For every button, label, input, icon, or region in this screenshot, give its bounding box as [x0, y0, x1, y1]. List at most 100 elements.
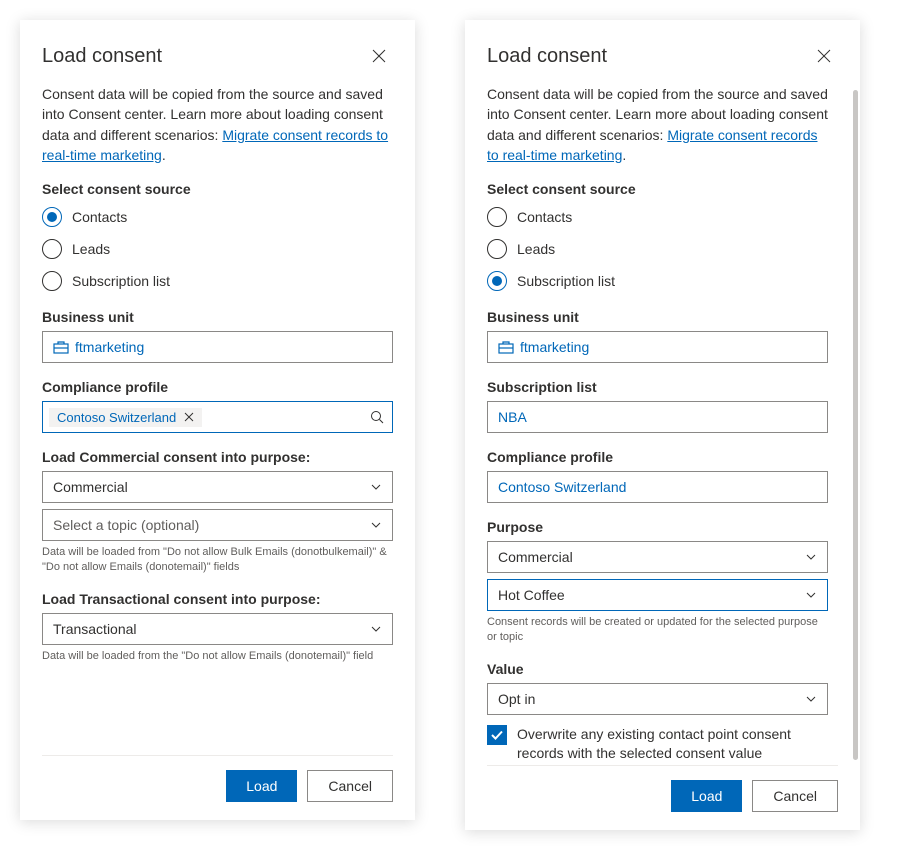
radio-subscription-list[interactable]: Subscription list — [42, 271, 393, 291]
radio-label: Contacts — [72, 209, 127, 225]
field-label: Load Commercial consent into purpose: — [42, 449, 393, 465]
consent-source-radiogroup: Contacts Leads Subscription list — [487, 207, 828, 291]
select-placeholder: Select a topic (optional) — [53, 517, 199, 533]
field-label: Compliance profile — [487, 449, 828, 465]
panel-title: Load consent — [487, 45, 607, 68]
remove-tag-button[interactable] — [184, 410, 194, 425]
radio-label: Leads — [72, 241, 110, 257]
field-label: Business unit — [487, 309, 828, 325]
select-value: Commercial — [53, 479, 128, 495]
field-label: Load Transactional consent into purpose: — [42, 591, 393, 607]
chevron-down-icon — [805, 693, 817, 705]
radio-circle-icon — [487, 207, 507, 227]
chevron-down-icon — [805, 551, 817, 563]
select-value: Commercial — [498, 549, 573, 565]
overwrite-checkbox[interactable] — [487, 725, 507, 745]
commercial-purpose-select[interactable]: Commercial — [42, 471, 393, 503]
briefcase-icon — [53, 340, 69, 354]
panel-footer: Load Cancel — [42, 755, 393, 802]
business-unit-field: Business unit ftmarketing — [42, 309, 393, 363]
radio-circle-icon — [42, 239, 62, 259]
source-label: Select consent source — [42, 181, 393, 197]
radio-contacts[interactable]: Contacts — [42, 207, 393, 227]
business-unit-value: ftmarketing — [75, 339, 144, 355]
load-consent-panel-contacts: Load consent Consent data will be copied… — [20, 20, 415, 820]
transactional-purpose-select[interactable]: Transactional — [42, 613, 393, 645]
cancel-button[interactable]: Cancel — [307, 770, 393, 802]
business-unit-field: Business unit ftmarketing — [487, 309, 828, 363]
panel-title: Load consent — [42, 45, 162, 68]
close-button[interactable] — [810, 42, 838, 70]
overwrite-label: Overwrite any existing contact point con… — [517, 725, 828, 764]
compliance-profile-input[interactable]: Contoso Switzerland — [487, 471, 828, 503]
chevron-down-icon — [370, 481, 382, 493]
radio-contacts[interactable]: Contacts — [487, 207, 828, 227]
field-label: Value — [487, 661, 828, 677]
intro-paragraph: Consent data will be copied from the sou… — [42, 84, 393, 165]
overwrite-checkbox-row[interactable]: Overwrite any existing contact point con… — [487, 725, 828, 764]
business-unit-value: ftmarketing — [520, 339, 589, 355]
compliance-profile-value: Contoso Switzerland — [498, 479, 626, 495]
commercial-helper-text: Data will be loaded from "Do not allow B… — [42, 545, 393, 575]
checkmark-icon — [490, 728, 504, 742]
load-button[interactable]: Load — [226, 770, 297, 802]
radio-leads[interactable]: Leads — [487, 239, 828, 259]
radio-label: Subscription list — [72, 273, 170, 289]
radio-circle-icon — [42, 271, 62, 291]
radio-label: Contacts — [517, 209, 572, 225]
compliance-profile-field: Compliance profile Contoso Switzerland — [42, 379, 393, 433]
commercial-topic-select[interactable]: Select a topic (optional) — [42, 509, 393, 541]
field-label: Business unit — [42, 309, 393, 325]
compliance-profile-lookup[interactable]: Contoso Switzerland — [42, 401, 393, 433]
radio-circle-icon — [42, 207, 62, 227]
compliance-profile-field: Compliance profile Contoso Switzerland — [487, 449, 828, 503]
purpose-select[interactable]: Commercial — [487, 541, 828, 573]
topic-select[interactable]: Hot Coffee — [487, 579, 828, 611]
radio-label: Subscription list — [517, 273, 615, 289]
select-value: Transactional — [53, 621, 137, 637]
consent-source-radiogroup: Contacts Leads Subscription list — [42, 207, 393, 291]
subscription-list-value: NBA — [498, 409, 527, 425]
chevron-down-icon — [370, 623, 382, 635]
radio-circle-icon — [487, 239, 507, 259]
intro-paragraph: Consent data will be copied from the sou… — [487, 84, 828, 165]
close-icon — [372, 49, 386, 63]
purpose-field: Purpose Commercial Hot Coffee Consent re… — [487, 519, 828, 645]
commercial-purpose-field: Load Commercial consent into purpose: Co… — [42, 449, 393, 575]
business-unit-input[interactable]: ftmarketing — [42, 331, 393, 363]
business-unit-input[interactable]: ftmarketing — [487, 331, 828, 363]
scrollbar-thumb[interactable] — [853, 90, 858, 760]
value-select[interactable]: Opt in — [487, 683, 828, 715]
transactional-purpose-field: Load Transactional consent into purpose:… — [42, 591, 393, 664]
subscription-list-field: Subscription list NBA — [487, 379, 828, 433]
transactional-helper-text: Data will be loaded from the "Do not all… — [42, 649, 393, 664]
cancel-button[interactable]: Cancel — [752, 780, 838, 812]
purpose-helper-text: Consent records will be created or updat… — [487, 615, 828, 645]
close-icon — [817, 49, 831, 63]
radio-circle-icon — [487, 271, 507, 291]
panel-header: Load consent — [42, 42, 393, 70]
select-value: Hot Coffee — [498, 587, 565, 603]
lookup-tag: Contoso Switzerland — [49, 408, 202, 427]
close-button[interactable] — [365, 42, 393, 70]
field-label: Subscription list — [487, 379, 828, 395]
subscription-list-input[interactable]: NBA — [487, 401, 828, 433]
chevron-down-icon — [370, 519, 382, 531]
search-icon[interactable] — [370, 410, 384, 424]
close-icon — [184, 412, 194, 422]
field-label: Compliance profile — [42, 379, 393, 395]
panel-footer: Load Cancel — [487, 765, 838, 812]
source-label: Select consent source — [487, 181, 828, 197]
briefcase-icon — [498, 340, 514, 354]
radio-subscription-list[interactable]: Subscription list — [487, 271, 828, 291]
radio-leads[interactable]: Leads — [42, 239, 393, 259]
select-value: Opt in — [498, 691, 535, 707]
field-label: Purpose — [487, 519, 828, 535]
lookup-tag-text: Contoso Switzerland — [57, 410, 176, 425]
load-button[interactable]: Load — [671, 780, 742, 812]
radio-label: Leads — [517, 241, 555, 257]
load-consent-panel-subscription: Load consent Consent data will be copied… — [465, 20, 860, 830]
value-field: Value Opt in Overwrite any existing cont… — [487, 661, 828, 764]
panel-header: Load consent — [487, 42, 838, 70]
chevron-down-icon — [805, 589, 817, 601]
